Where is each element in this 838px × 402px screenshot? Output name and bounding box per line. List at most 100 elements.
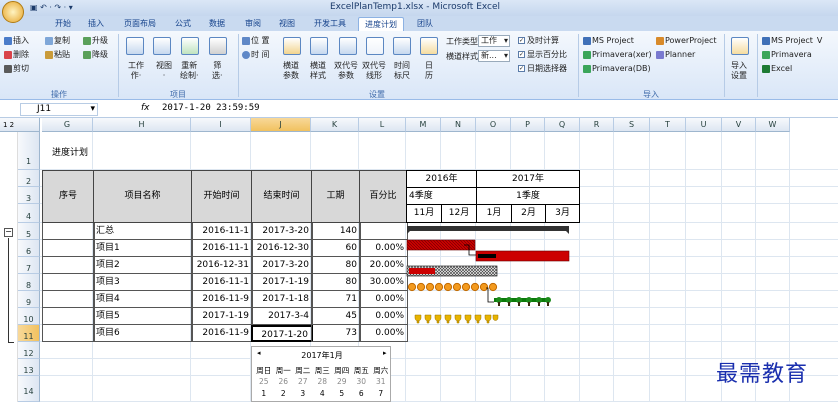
- export-primavera-button[interactable]: Primavera: [762, 50, 812, 60]
- work-type-select[interactable]: 工作 ▾: [478, 35, 510, 47]
- row-header-7[interactable]: 7: [18, 257, 40, 274]
- cell-duration[interactable]: 60: [311, 240, 361, 257]
- cell-name[interactable]: 项目6: [93, 325, 193, 342]
- horizontal-params-button[interactable]: 横道 参数: [283, 61, 299, 81]
- cell-start[interactable]: 2016-11-9: [191, 325, 253, 342]
- cell-start[interactable]: 2016-11-1: [191, 274, 253, 291]
- select-all-corner[interactable]: 1 2: [0, 118, 40, 132]
- column-header-P[interactable]: P: [511, 118, 545, 132]
- calendar-day[interactable]: 5: [332, 389, 352, 398]
- tab-formulas[interactable]: 公式: [170, 17, 196, 31]
- date-picker-popup[interactable]: ◂ 2017年1月 ▸ 周日 周一 周二 周三 周四 周五 周六 25 26 27 28 29 30 31…: [251, 346, 391, 402]
- row-header-8[interactable]: 8: [18, 274, 40, 291]
- cell-name[interactable]: 项目5: [93, 308, 193, 325]
- column-header-V[interactable]: V: [722, 118, 756, 132]
- paste-button[interactable]: 粘贴: [45, 50, 70, 60]
- cell-start[interactable]: 2016-12-31: [191, 257, 253, 274]
- redraw-button[interactable]: 重新 绘制·: [180, 61, 199, 81]
- gantt-bar-project4[interactable]: [407, 282, 498, 292]
- row-header-13[interactable]: 13: [18, 359, 40, 376]
- cell-name[interactable]: 项目2: [93, 257, 193, 274]
- calendar-day[interactable]: 6: [352, 389, 372, 398]
- import-primavera-xer-button[interactable]: Primavera(xer): [583, 50, 652, 60]
- tab-insert[interactable]: 插入: [84, 17, 108, 31]
- tab-developer[interactable]: 开发工具: [308, 17, 352, 31]
- tab-team[interactable]: 团队: [412, 17, 438, 31]
- quick-access-toolbar[interactable]: ▣ ↶ · ↷ · ▾: [30, 3, 73, 12]
- column-header-R[interactable]: R: [580, 118, 614, 132]
- cell-start[interactable]: 2017-1-19: [191, 308, 253, 325]
- timeline-button[interactable]: 时间 标尺: [394, 61, 410, 81]
- column-header-J[interactable]: J: [251, 118, 311, 132]
- column-header-I[interactable]: I: [191, 118, 251, 132]
- cell-no[interactable]: [42, 325, 95, 342]
- outline-collapse-button[interactable]: −: [4, 228, 13, 237]
- horizontal-style-button[interactable]: 横道 样式: [310, 61, 326, 81]
- gantt-bar-project5[interactable]: [494, 297, 551, 306]
- cell-duration[interactable]: 80: [311, 257, 361, 274]
- column-header-G[interactable]: G: [42, 118, 93, 132]
- cell-duration[interactable]: 80: [311, 274, 361, 291]
- tab-view[interactable]: 视图: [274, 17, 300, 31]
- column-header-S[interactable]: S: [614, 118, 650, 132]
- cell-start[interactable]: 2016-11-1: [191, 223, 253, 240]
- cell-end[interactable]: 2017-3-4: [251, 308, 313, 325]
- calendar-day[interactable]: 27: [293, 377, 313, 386]
- calendar-day[interactable]: 2: [274, 389, 294, 398]
- show-percent-checkbox[interactable]: ✓ 显示百分比: [518, 50, 567, 60]
- export-msproject-button[interactable]: MS Project V: [762, 36, 822, 46]
- cell-duration[interactable]: 71: [311, 291, 361, 308]
- row-header-12[interactable]: 12: [18, 342, 40, 359]
- row-header-2[interactable]: 2: [18, 170, 40, 187]
- cell-start[interactable]: 2016-11-9: [191, 291, 253, 308]
- row-header-6[interactable]: 6: [18, 240, 40, 257]
- tab-page-layout[interactable]: 页面布局: [118, 17, 162, 31]
- calendar-day[interactable]: 3: [293, 389, 313, 398]
- fx-icon[interactable]: fx: [141, 103, 150, 113]
- export-excel-button[interactable]: Excel: [762, 64, 792, 74]
- column-header-M[interactable]: M: [406, 118, 441, 132]
- calendar-day[interactable]: 29: [332, 377, 352, 386]
- cell-no[interactable]: [42, 240, 95, 257]
- horizontal-type-select[interactable]: 新... ▾: [478, 50, 510, 62]
- row-header-11[interactable]: 11: [18, 325, 40, 342]
- insert-button[interactable]: 插入: [4, 36, 29, 46]
- downgrade-button[interactable]: 降级: [83, 50, 108, 60]
- calendar-day[interactable]: 26: [274, 377, 294, 386]
- summary-bar[interactable]: [407, 226, 569, 234]
- double-code-line-button[interactable]: 双代号 线形: [362, 61, 386, 81]
- gantt-bar-project6[interactable]: [414, 314, 499, 324]
- cell-no[interactable]: [42, 274, 95, 291]
- name-box[interactable]: J11 ▾: [20, 103, 98, 116]
- cell-duration[interactable]: 140: [311, 223, 361, 240]
- column-header-Q[interactable]: Q: [545, 118, 580, 132]
- realtime-calc-checkbox[interactable]: ✓ 及时计算: [518, 36, 559, 46]
- cell-end[interactable]: 2017-1-19: [251, 274, 313, 291]
- tab-home[interactable]: 开始: [50, 17, 76, 31]
- tab-review[interactable]: 审阅: [240, 17, 266, 31]
- tab-data[interactable]: 数据: [204, 17, 230, 31]
- row-header-14[interactable]: 14: [18, 376, 40, 402]
- cell-name[interactable]: 项目1: [93, 240, 193, 257]
- column-header-H[interactable]: H: [93, 118, 191, 132]
- cell-no[interactable]: [42, 308, 95, 325]
- row-header-10[interactable]: 10: [18, 308, 40, 325]
- import-planner-button[interactable]: Planner: [656, 50, 695, 60]
- cell-name[interactable]: 项目3: [93, 274, 193, 291]
- cell-duration[interactable]: 73: [311, 325, 361, 342]
- calendar-day[interactable]: 30: [352, 377, 372, 386]
- date-picker-checkbox[interactable]: ✓ 日期选择器: [518, 64, 567, 74]
- row-header-4[interactable]: 4: [18, 204, 40, 223]
- cell-end[interactable]: 2017-3-20: [251, 223, 313, 240]
- work-button[interactable]: 工作 作·: [128, 61, 144, 81]
- cell-no[interactable]: [42, 223, 95, 240]
- column-header-K[interactable]: K: [311, 118, 359, 132]
- next-month-button[interactable]: ▸: [383, 349, 387, 357]
- cell-end[interactable]: 2017-1-18: [251, 291, 313, 308]
- filter-button[interactable]: 筛选·: [212, 61, 223, 81]
- import-settings-button[interactable]: 导入 设置: [731, 61, 747, 81]
- cell-name[interactable]: 汇总: [93, 223, 193, 240]
- delete-button[interactable]: 删除: [4, 50, 29, 60]
- upgrade-button[interactable]: 升级: [83, 36, 108, 46]
- office-button[interactable]: [2, 1, 24, 23]
